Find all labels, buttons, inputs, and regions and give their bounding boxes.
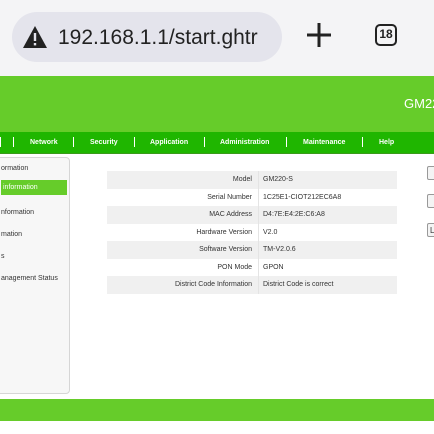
- edge-button-2[interactable]: [427, 194, 434, 208]
- sidebar-item-device-information[interactable]: information: [1, 180, 67, 195]
- table-row: PON Mode GPON: [107, 258, 397, 276]
- table-row: Model GM220-S: [107, 171, 397, 189]
- nav-separator: [13, 137, 14, 147]
- nav-item-application[interactable]: Application: [150, 132, 188, 153]
- software-version-label: Software Version: [107, 241, 259, 259]
- router-footer: [0, 399, 434, 421]
- nav-separator: [73, 137, 74, 147]
- edge-button-3[interactable]: L: [427, 223, 434, 237]
- pon-mode-value: GPON: [258, 258, 397, 276]
- model-value: GM220-S: [258, 171, 397, 189]
- plus-icon[interactable]: [304, 20, 334, 50]
- model-label: Model: [107, 171, 259, 189]
- nav-item-maintenance[interactable]: Maintenance: [303, 132, 345, 153]
- brand-logo-text: GM22: [404, 96, 434, 111]
- hardware-version-label: Hardware Version: [107, 223, 259, 241]
- serial-number-label: Serial Number: [107, 188, 259, 206]
- nav-separator: [204, 137, 205, 147]
- nav-item-help[interactable]: Help: [379, 132, 394, 153]
- nav-item-network[interactable]: Network: [30, 132, 58, 153]
- warning-triangle-icon[interactable]: [22, 25, 48, 49]
- pon-mode-label: PON Mode: [107, 258, 259, 276]
- table-row: District Code Information District Code …: [107, 276, 397, 294]
- nav-separator: [362, 137, 363, 147]
- main-nav: Network Security Application Administrat…: [0, 132, 434, 154]
- url-text[interactable]: 192.168.1.1/start.ghtr: [58, 24, 280, 52]
- hardware-version-value: V2.0: [258, 223, 397, 241]
- software-version-value: TM-V2.0.6: [258, 241, 397, 259]
- district-code-label: District Code Information: [107, 276, 259, 294]
- sidebar-item-information[interactable]: ormation: [1, 165, 28, 172]
- sidebar: ormation information nformation mation s…: [0, 157, 70, 394]
- sidebar-item-mation[interactable]: mation: [1, 231, 22, 238]
- device-info-table: Model GM220-S Serial Number 1C25E1-CIOT2…: [107, 171, 397, 294]
- sidebar-item-nformation[interactable]: nformation: [1, 209, 34, 216]
- table-row: Software Version TM-V2.0.6: [107, 241, 397, 259]
- address-bar[interactable]: 192.168.1.1/start.ghtr: [12, 12, 282, 62]
- table-row: Hardware Version V2.0: [107, 223, 397, 241]
- router-header: GM22: [0, 76, 434, 132]
- nav-separator: [0, 137, 1, 147]
- tab-switcher-button[interactable]: 18: [375, 24, 397, 46]
- browser-toolbar: 192.168.1.1/start.ghtr 18: [0, 0, 434, 76]
- mac-address-value: D4:7E:E4:2E:C6:A8: [258, 206, 397, 224]
- serial-number-value: 1C25E1-CIOT212EC6A8: [258, 188, 397, 206]
- mac-address-label: MAC Address: [107, 206, 259, 224]
- sidebar-item-management-status[interactable]: anagement Status: [1, 275, 58, 282]
- district-code-value: District Code is correct: [258, 276, 397, 294]
- edge-button-1[interactable]: [427, 166, 434, 180]
- nav-separator: [134, 137, 135, 147]
- nav-item-security[interactable]: Security: [90, 132, 118, 153]
- nav-item-administration[interactable]: Administration: [220, 132, 269, 153]
- sidebar-item-status[interactable]: s: [1, 253, 5, 260]
- table-row: Serial Number 1C25E1-CIOT212EC6A8: [107, 188, 397, 206]
- nav-separator: [286, 137, 287, 147]
- table-row: MAC Address D4:7E:E4:2E:C6:A8: [107, 206, 397, 224]
